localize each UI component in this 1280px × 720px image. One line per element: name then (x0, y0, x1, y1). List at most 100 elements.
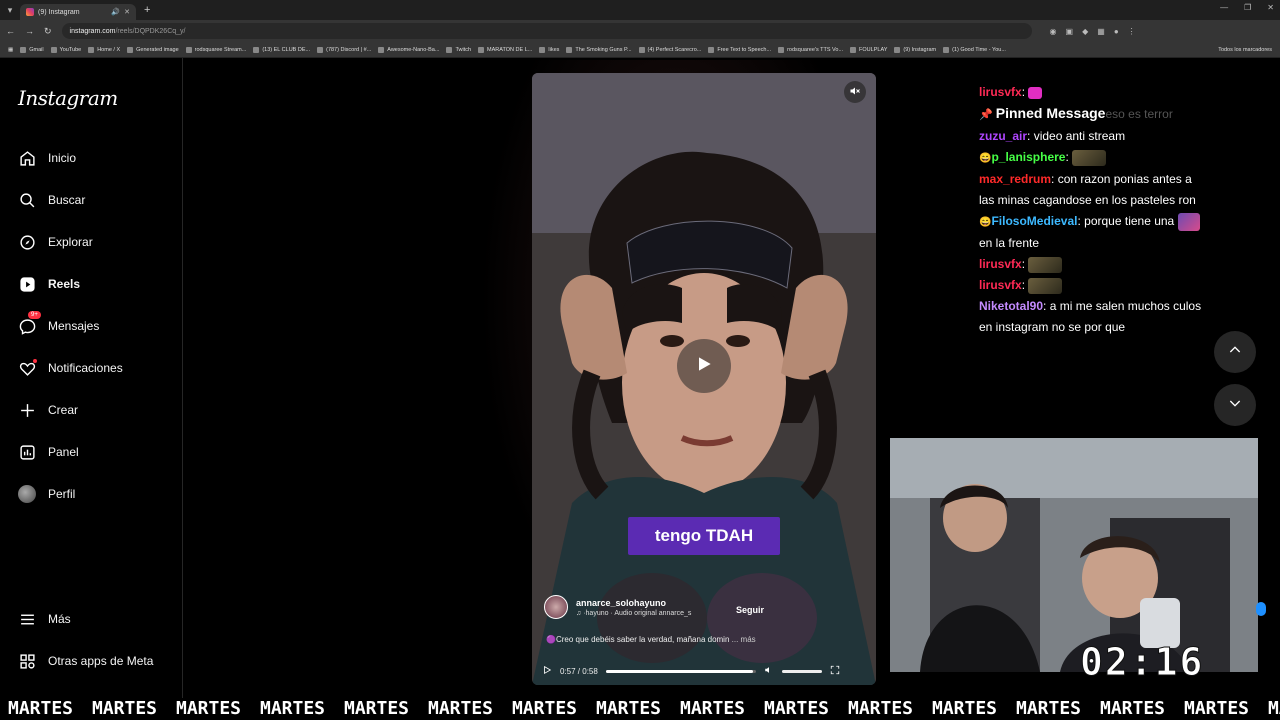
bookmark-favicon-icon (943, 46, 950, 53)
chat-username[interactable]: lirusvfx (979, 257, 1022, 271)
address-bar[interactable]: instagram.com /reels/DQPDK26Cq_y/ (61, 23, 1032, 39)
bookmark-label: Free Text to Speech... (717, 46, 772, 53)
pinned-message-label: Pinned Message (995, 105, 1106, 121)
back-icon[interactable]: ← (6, 26, 15, 36)
bookmark-item[interactable]: FOULPLAY (850, 46, 887, 53)
nav-item-inicio[interactable]: Inicio (18, 147, 76, 169)
chat-text: video anti stream (1033, 129, 1126, 143)
profile-avatar-icon[interactable]: ● (1114, 27, 1119, 36)
bookmark-label: (4) Perfect Scarecro... (647, 46, 702, 53)
bookmark-label: Generated image (136, 46, 179, 53)
nav-item-mas[interactable]: Más (18, 608, 71, 630)
nav-item-explorar[interactable]: Explorar (18, 231, 93, 253)
reload-icon[interactable]: ↻ (44, 26, 52, 37)
speaker-icon[interactable]: 🔊 (111, 8, 120, 16)
extension-icon[interactable]: ◆ (1082, 27, 1088, 36)
tab-search-icon[interactable]: ▾ (0, 5, 20, 16)
reel-description[interactable]: 🟣Creo que debéis saber la verdad, mañana… (546, 635, 756, 644)
fullscreen-icon[interactable] (830, 665, 840, 677)
bookmark-item[interactable]: Twitch (446, 46, 472, 53)
bookmark-item[interactable]: Awesome-Nano-Ba... (378, 46, 439, 53)
maximize-icon[interactable]: ❐ (1244, 3, 1251, 12)
menu-icon[interactable]: ⋮ (1128, 27, 1136, 36)
bookmark-item[interactable]: The Smoking Guns P... (566, 46, 632, 53)
volume-icon[interactable] (764, 665, 774, 677)
author-avatar[interactable] (544, 595, 568, 619)
bookmark-item[interactable]: rodsquaree's TTS Vo... (778, 46, 843, 53)
nav-item-crear[interactable]: Crear (18, 399, 78, 421)
nav-item-perfil[interactable]: Perfil (18, 483, 75, 505)
follow-button[interactable]: Seguir (736, 605, 764, 615)
screen: ▾ (9) Instagram 🔊 ✕ + — ❐ ✕ ← → ↻ instag… (0, 0, 1280, 720)
bookmark-favicon-icon (894, 46, 901, 53)
bookmark-item[interactable]: (9) Instagram (894, 46, 936, 53)
nav-label: Otras apps de Meta (48, 654, 154, 668)
bookmark-item[interactable]: Home / X (88, 46, 120, 53)
nav-item-notificaciones[interactable]: Notificaciones (18, 357, 123, 379)
bookmark-item[interactable]: Generated image (127, 46, 179, 53)
chat-username[interactable]: lirusvfx (979, 85, 1022, 99)
browser-tab[interactable]: (9) Instagram 🔊 ✕ (20, 4, 136, 20)
reels-icon (18, 275, 36, 293)
bookmark-label: Gmail (29, 46, 44, 53)
reel-video[interactable]: tengo TDAH annarce_solohayuno ♫ ·hayuno … (532, 73, 876, 685)
bookmark-item[interactable]: Gmail (20, 46, 44, 53)
bookmark-label: Twitch (455, 46, 472, 53)
chat-emote-icon (1177, 212, 1200, 231)
marquee-word: MARTES (428, 698, 494, 719)
nav-item-meta-apps[interactable]: Otras apps de Meta (18, 650, 153, 672)
bookmark-favicon-icon (20, 46, 27, 53)
instagram-logo[interactable]: Instagram (18, 86, 118, 110)
nav-item-panel[interactable]: Panel (18, 441, 79, 463)
chat-message: 😄FilosoMedieval: porque tiene una en la … (979, 211, 1209, 254)
chat-username[interactable]: p_lanisphere (991, 150, 1065, 164)
close-window-icon[interactable]: ✕ (1267, 3, 1274, 12)
more-link[interactable]: ... más (732, 635, 756, 644)
forward-icon[interactable]: → (25, 26, 34, 36)
video-progress-bar[interactable] (605, 669, 756, 673)
bookmark-item[interactable]: (13) EL CLUB DE... (253, 46, 310, 53)
play-small-icon[interactable] (542, 665, 552, 677)
extension-icon[interactable]: ◉ (1050, 27, 1057, 36)
bookmark-item[interactable]: rodsquaree Stream... (185, 46, 246, 53)
volume-slider[interactable] (781, 669, 822, 673)
minimize-icon[interactable]: — (1220, 3, 1228, 12)
nav-item-reels[interactable]: Reels (18, 273, 80, 295)
chat-username[interactable]: FilosoMedieval (991, 214, 1077, 228)
bookmark-item[interactable]: likes (539, 46, 559, 53)
extension-icon[interactable]: ▣ (1066, 27, 1074, 36)
all-bookmarks[interactable]: Todos los marcadores (1218, 47, 1272, 53)
bookmark-item[interactable]: Free Text to Speech... (708, 46, 772, 53)
chat-username[interactable]: lirusvfx (979, 278, 1022, 292)
bookmark-item[interactable]: (4) Perfect Scarecro... (638, 46, 702, 53)
next-reel-button[interactable] (1214, 384, 1256, 426)
window-controls: — ❐ ✕ (1220, 3, 1274, 12)
messenger-icon: 9+ (18, 311, 41, 335)
mute-toggle-button[interactable] (844, 81, 866, 103)
nav-item-buscar[interactable]: Buscar (18, 189, 85, 211)
previous-reel-button[interactable] (1214, 331, 1256, 373)
bookmark-item[interactable]: (1) Good Time - You... (943, 46, 1006, 53)
new-tab-button[interactable]: + (144, 4, 150, 16)
bookmarks-bar: ▦ Gmail YouTube Home / X Generated image rods… (0, 42, 1280, 58)
bookmark-item[interactable]: MARATON DE L... (478, 46, 532, 53)
chat-username[interactable]: Niketotal90 (979, 299, 1043, 313)
avatar-wrap (18, 485, 36, 503)
chat-message: lirusvfx: (979, 275, 1209, 296)
close-tab-icon[interactable]: ✕ (124, 8, 130, 16)
bookmark-item[interactable]: (787) Discord | #... (317, 46, 372, 53)
nav-item-mensajes[interactable]: 9+ Mensajes (18, 311, 99, 337)
chat-username[interactable]: zuzu_air (979, 129, 1027, 143)
author-name[interactable]: annarce_solohayuno (576, 598, 691, 608)
webcam-illustration (890, 438, 1258, 672)
audio-info[interactable]: ♫ ·hayuno · Audio original annarce_s (576, 610, 691, 617)
bookmark-label: (787) Discord | #... (326, 46, 372, 53)
marquee-word: MARTES (92, 698, 158, 719)
play-button[interactable] (677, 339, 731, 393)
extension-icon[interactable]: ▦ (1097, 27, 1105, 36)
bookmark-item[interactable]: YouTube (50, 46, 81, 53)
apps-grid-icon[interactable]: ▦ (8, 47, 13, 53)
chat-emote-icon (1028, 86, 1043, 99)
chat-username[interactable]: max_redrum (979, 172, 1051, 186)
browser-tab-bar: ▾ (9) Instagram 🔊 ✕ + — ❐ ✕ (0, 0, 1280, 20)
